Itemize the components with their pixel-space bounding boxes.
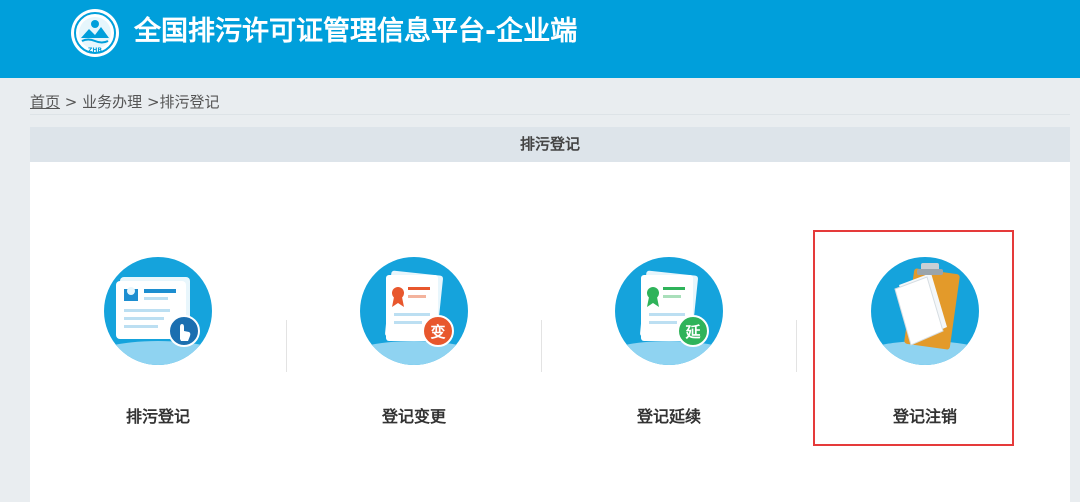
card-label: 排污登记 [125, 407, 190, 426]
card-registration-change[interactable]: 变 登记变更 [334, 255, 494, 435]
svg-text:ZHB: ZHB [88, 47, 102, 54]
panel-title: 排污登记 [30, 127, 1070, 162]
card-label: 登记变更 [381, 407, 446, 426]
selection-highlight-box [813, 230, 1014, 446]
breadcrumb: 首页 > 业务办理 >排污登记 [30, 90, 220, 114]
registration-change-icon: 变 [360, 257, 468, 365]
breadcrumb-separator: > [64, 93, 78, 111]
card-divider [541, 320, 542, 372]
environment-emblem-icon: ZHB [71, 9, 119, 57]
app-title: 全国排污许可证管理信息平台-企业端 [134, 16, 578, 47]
breadcrumb-divider [30, 114, 1070, 115]
card-label: 登记延续 [636, 407, 701, 426]
card-divider [796, 320, 797, 372]
app-header: ZHB 全国排污许可证管理信息平台-企业端 [0, 0, 1080, 78]
breadcrumb-level2: 排污登记 [159, 93, 220, 111]
extend-badge-text: 延 [684, 323, 701, 341]
breadcrumb-separator: > [146, 93, 160, 111]
change-badge-text: 变 [430, 323, 445, 341]
breadcrumb-level1: 业务办理 [82, 93, 143, 111]
registration-extend-icon: 延 [615, 257, 723, 365]
card-pollution-registration[interactable]: 排污登记 [78, 255, 238, 435]
registration-card-hand-icon [104, 257, 212, 365]
card-registration-extension[interactable]: 延 登记延续 [589, 255, 749, 435]
card-divider [286, 320, 287, 372]
breadcrumb-home-link[interactable]: 首页 [30, 93, 60, 111]
